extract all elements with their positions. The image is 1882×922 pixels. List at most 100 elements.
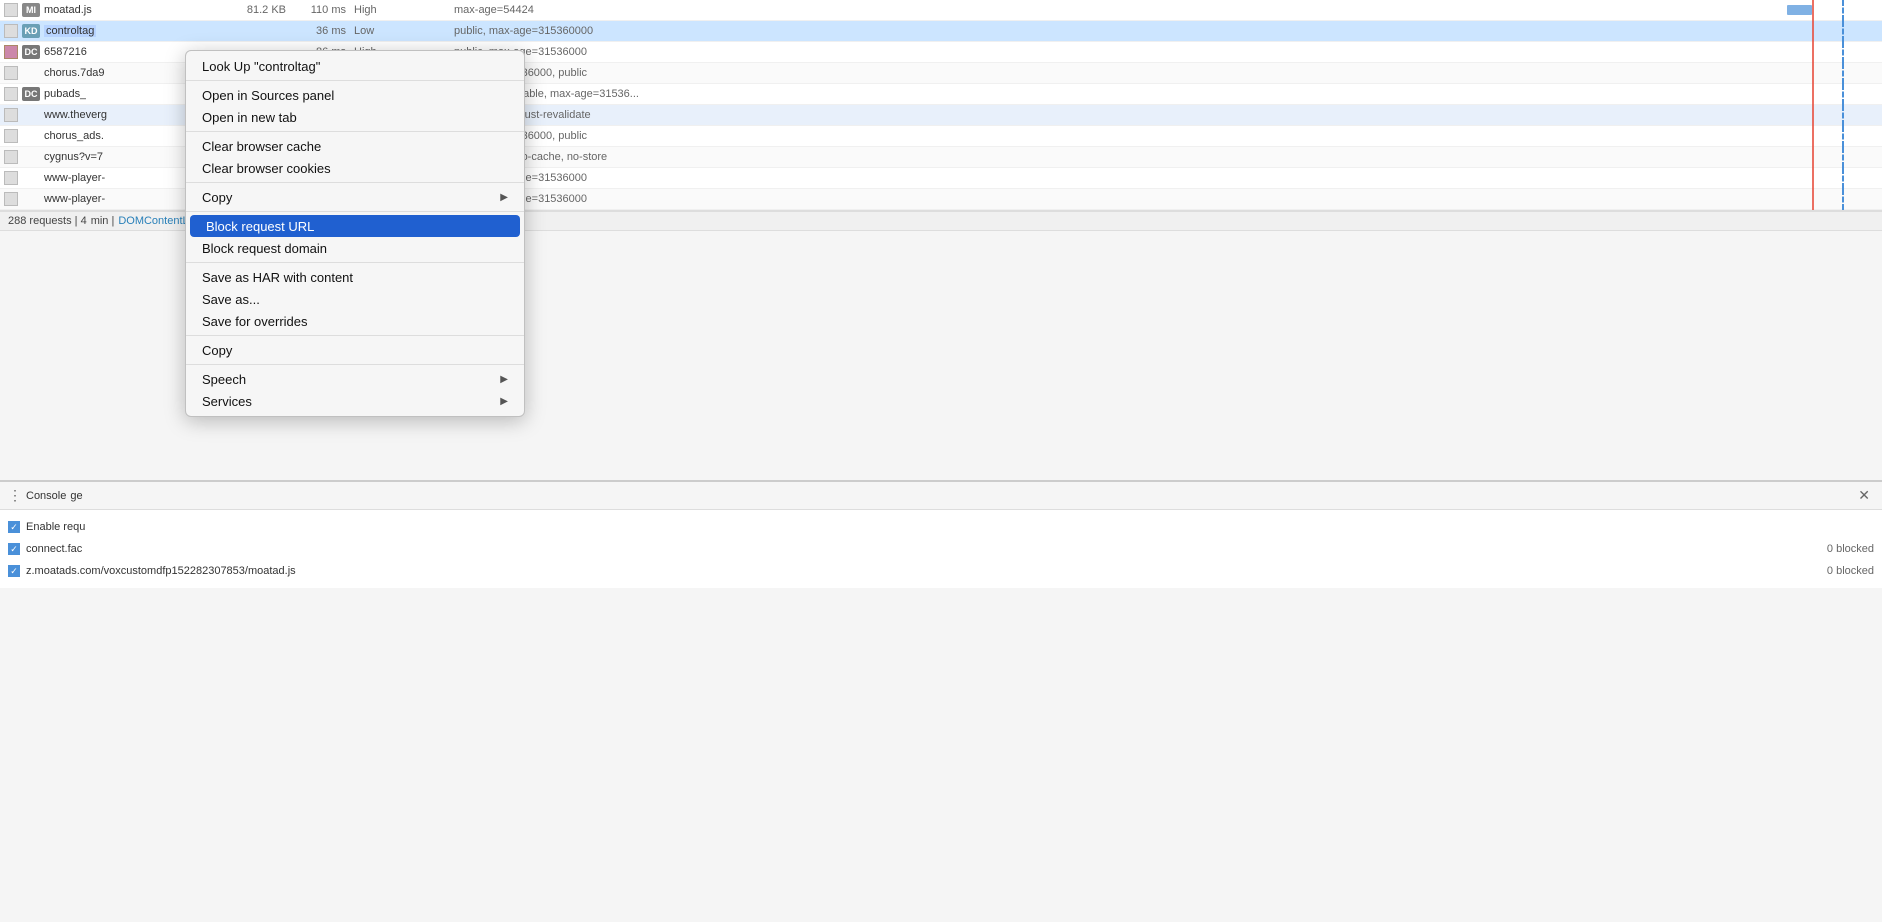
menu-separator-4 [186,211,524,212]
waterfall-red-line [1812,63,1814,84]
waterfall-blue-dashed [1842,126,1844,147]
blocked-item-enable-requests: Enable requ [8,516,1874,538]
context-menu: Look Up "controltag" Open in Sources pan… [185,50,525,417]
menu-separator-5 [186,262,524,263]
blocked-item-left-0: connect.fac [8,543,82,555]
col-waterfall [1782,0,1882,21]
row-filename: pubads_ [44,88,86,100]
menu-copy-2-label: Copy [202,343,232,358]
menu-item-open-new-tab[interactable]: Open in new tab [186,106,524,128]
col-waterfall [1782,21,1882,42]
col-time: 36 ms [290,25,350,37]
col-waterfall [1782,168,1882,189]
close-icon[interactable]: ✕ [1858,487,1870,504]
menu-separator-3 [186,182,524,183]
col-waterfall [1782,126,1882,147]
col-priority: High [350,4,450,16]
menu-separator-7 [186,364,524,365]
col-waterfall [1782,147,1882,168]
menu-services-label: Services [202,394,252,409]
waterfall-blue-dashed [1842,189,1844,210]
menu-separator-1 [186,80,524,81]
badge-dc: DC [22,87,40,101]
waterfall-blue-dashed [1842,0,1844,21]
app-wrapper: MI moatad.js 81.2 KB 110 ms High max-age… [0,0,1882,922]
blocked-item-0[interactable]: connect.fac 0 blocked [8,538,1874,560]
bottom-panel-left: ⋮ Console ge [8,487,83,504]
row-filename: chorus_ads. [44,130,104,142]
menu-item-copy-1[interactable]: Copy ▶ [186,186,524,208]
row-filename: www.theverg [44,109,107,121]
col-cache: public, max-age=31536000 [450,46,1782,58]
file-icon [4,108,18,122]
col-cache: max-age=0, no-cache, no-store [450,151,1782,163]
menu-item-services[interactable]: Services ▶ [186,390,524,412]
file-icon [4,87,18,101]
waterfall-red-line [1812,147,1814,168]
menu-item-open-sources[interactable]: Open in Sources panel [186,84,524,106]
menu-item-copy-2[interactable]: Copy [186,339,524,361]
file-icon [4,192,18,206]
menu-block-domain-label: Block request domain [202,241,327,256]
waterfall-blue-dashed [1842,21,1844,42]
blocked-url-1: z.moatads.com/voxcustomdfp152282307853/m… [26,565,296,577]
badge-kd: KD [22,24,40,38]
col-cache: max-age=31536000, public [450,67,1782,79]
col-priority: Low [350,25,450,37]
file-icon [4,66,18,80]
waterfall-blue-dashed [1842,63,1844,84]
waterfall-blue-dashed [1842,42,1844,63]
menu-item-lookup[interactable]: Look Up "controltag" [186,55,524,77]
menu-separator-6 [186,335,524,336]
menu-clear-cache-label: Clear browser cache [202,139,321,154]
menu-open-sources-label: Open in Sources panel [202,88,334,103]
waterfall-red-line [1812,21,1814,42]
checkbox-enable-requests[interactable] [8,521,20,533]
col-cache: public, max-age=31536000 [450,172,1782,184]
menu-save-overrides-label: Save for overrides [202,314,308,329]
checkbox-1[interactable] [8,565,20,577]
requests-count: 288 requests | 4 [8,215,87,227]
col-cache: public, max-age=31536000 [450,193,1782,205]
col-time: 110 ms [290,4,350,16]
bottom-panel-header: ⋮ Console ge ✕ [0,482,1882,510]
blocked-url-0: connect.fac [26,543,82,555]
row-filename: www-player- [44,193,105,205]
col-name: MI moatad.js [0,3,220,17]
blocked-count-1: 0 blocked [1827,565,1874,577]
file-icon [4,3,18,17]
table-row[interactable]: MI moatad.js 81.2 KB 110 ms High max-age… [0,0,1882,21]
col-waterfall [1782,84,1882,105]
waterfall-red-line [1812,126,1814,147]
menu-item-save-har[interactable]: Save as HAR with content [186,266,524,288]
col-waterfall [1782,105,1882,126]
col-waterfall [1782,189,1882,210]
img-icon [4,45,18,59]
more-options-icon[interactable]: ⋮ [8,487,22,504]
menu-lookup-label: Look Up "controltag" [202,59,320,74]
col-waterfall [1782,63,1882,84]
checkbox-0[interactable] [8,543,20,555]
menu-item-clear-cache[interactable]: Clear browser cache [186,135,524,157]
waterfall-red-line [1812,0,1814,21]
row-filename: controltag [44,25,96,37]
blocked-item-left-1: z.moatads.com/voxcustomdfp152282307853/m… [8,565,296,577]
table-row[interactable]: KD controltag 36 ms Low public, max-age=… [0,21,1882,42]
file-icon [4,171,18,185]
submenu-arrow-services: ▶ [500,396,508,407]
menu-item-save-as[interactable]: Save as... [186,288,524,310]
waterfall-bar [1787,5,1812,15]
menu-speech-label: Speech [202,372,246,387]
console-tab-label[interactable]: Console [26,490,66,502]
enable-requests-label: Enable requ [26,521,85,533]
waterfall-blue-dashed [1842,84,1844,105]
col-cache: max-age=0, must-revalidate [450,109,1782,121]
menu-item-speech[interactable]: Speech ▶ [186,368,524,390]
menu-item-save-overrides[interactable]: Save for overrides [186,310,524,332]
blocked-item-1[interactable]: z.moatads.com/voxcustomdfp152282307853/m… [8,560,1874,582]
menu-item-clear-cookies[interactable]: Clear browser cookies [186,157,524,179]
menu-save-as-label: Save as... [202,292,260,307]
waterfall-red-line [1812,105,1814,126]
menu-item-block-url[interactable]: Block request URL [190,215,520,237]
menu-item-block-domain[interactable]: Block request domain [186,237,524,259]
